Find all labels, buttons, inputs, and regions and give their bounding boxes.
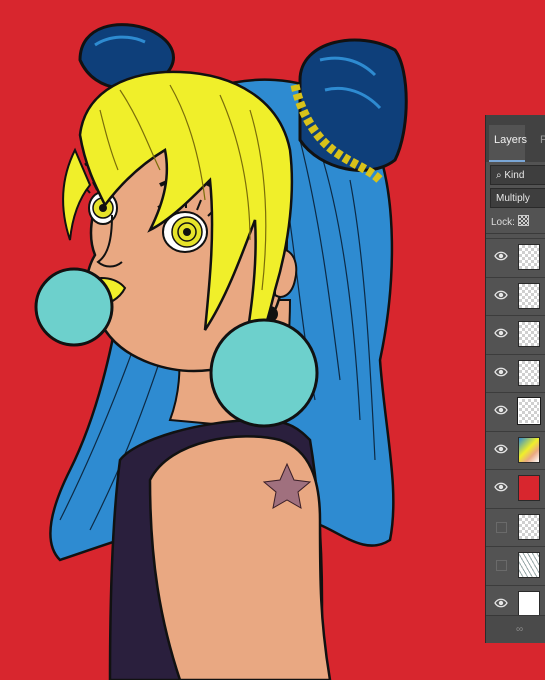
layers-panel: Layers P ⌕ Kind Multiply Lock: ∞ bbox=[485, 115, 545, 643]
layer-row[interactable] bbox=[486, 430, 545, 469]
eye-icon[interactable] bbox=[494, 596, 508, 610]
eye-icon[interactable] bbox=[494, 403, 508, 417]
filter-kind-label: Kind bbox=[504, 170, 525, 181]
search-icon: ⌕ bbox=[496, 170, 502, 181]
layer-row[interactable] bbox=[486, 276, 545, 315]
eye-icon[interactable] bbox=[494, 326, 508, 340]
layer-thumbnail bbox=[518, 436, 540, 463]
lock-transparency-icon[interactable] bbox=[517, 215, 529, 226]
eye-icon[interactable] bbox=[494, 442, 508, 456]
layer-thumbnail bbox=[518, 359, 540, 386]
earring-right bbox=[209, 318, 319, 428]
layer-thumbnail bbox=[518, 590, 540, 617]
tab-paths[interactable]: P bbox=[535, 125, 545, 162]
tab-layers[interactable]: Layers bbox=[489, 125, 527, 162]
filter-kind-dropdown[interactable]: ⌕ Kind bbox=[490, 165, 545, 185]
artwork-canvas[interactable] bbox=[0, 0, 545, 680]
layer-thumbnail bbox=[518, 282, 540, 309]
link-icon[interactable]: ∞ bbox=[516, 624, 523, 635]
layer-thumbnail bbox=[518, 513, 540, 540]
panel-tab-bar: Layers P bbox=[486, 115, 545, 162]
eye-icon[interactable] bbox=[494, 288, 508, 302]
lock-label: Lock: bbox=[491, 217, 515, 228]
divider bbox=[486, 233, 545, 234]
layer-thumbnail bbox=[517, 397, 541, 425]
panel-footer: ∞ bbox=[486, 615, 545, 643]
eye-icon[interactable] bbox=[494, 249, 508, 263]
layer-row[interactable] bbox=[486, 392, 545, 430]
layer-row[interactable] bbox=[486, 353, 545, 392]
eye-icon[interactable] bbox=[494, 365, 508, 379]
lock-row: Lock: bbox=[491, 215, 529, 228]
layer-row[interactable] bbox=[486, 469, 545, 507]
blend-mode-label: Multiply bbox=[496, 193, 530, 204]
layer-row[interactable] bbox=[486, 507, 545, 546]
layer-thumbnail bbox=[518, 244, 540, 270]
eye-icon[interactable] bbox=[494, 480, 508, 494]
layer-thumbnail bbox=[518, 475, 540, 501]
layer-row[interactable] bbox=[486, 315, 545, 353]
layer-thumbnail bbox=[518, 552, 540, 578]
visibility-toggle[interactable] bbox=[496, 560, 507, 571]
visibility-toggle[interactable] bbox=[496, 521, 507, 533]
layer-row[interactable] bbox=[486, 238, 545, 276]
layer-thumbnail bbox=[518, 321, 540, 347]
pupil-right bbox=[183, 228, 191, 236]
shoulder-back bbox=[148, 435, 332, 680]
earring-left bbox=[34, 267, 114, 347]
layer-row[interactable] bbox=[486, 546, 545, 584]
blend-mode-dropdown[interactable]: Multiply bbox=[490, 188, 545, 208]
